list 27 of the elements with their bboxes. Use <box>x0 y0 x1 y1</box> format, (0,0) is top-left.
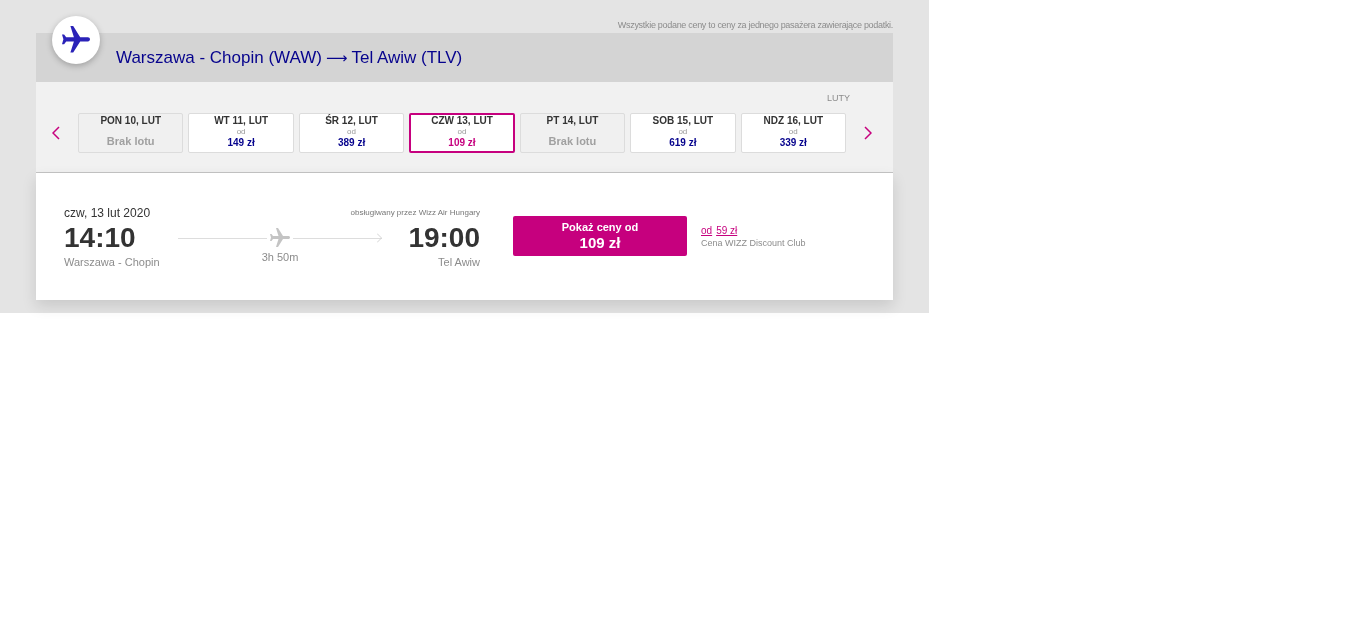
chevron-right-icon <box>864 126 872 140</box>
route-arrow: ⟶ <box>325 47 348 68</box>
discount-prefix-link[interactable]: od <box>701 224 713 237</box>
plane-icon <box>270 228 290 248</box>
flight-date: czw, 13 lut 2020 <box>64 205 151 221</box>
date-tab[interactable]: CZW 13, LUT od 109 zł <box>409 113 515 153</box>
arrival-airport: Tel Awiw <box>438 255 480 269</box>
price-note: Wszystkie podane ceny to ceny za jednego pasażera zawierające podatki. <box>617 18 893 31</box>
route-origin: Warszawa - Chopin (WAW) <box>116 46 322 69</box>
chevron-left-icon <box>52 126 60 140</box>
departure-time: 14:10 <box>64 223 136 253</box>
operator-note: obsługiwany przez Wizz Air Hungary <box>350 208 480 218</box>
arrival-time: 19:00 <box>408 223 480 253</box>
discount-club-label: Cena WIZZ Discount Club <box>701 237 806 249</box>
month-label: LUTY <box>827 92 850 104</box>
discount-price-link[interactable]: 59 zł <box>716 224 738 237</box>
plane-icon <box>52 16 100 64</box>
departure-airport: Warszawa - Chopin <box>64 255 160 269</box>
route-destination: Tel Awiw (TLV) <box>351 46 463 69</box>
date-tab[interactable]: WT 11, LUT od 149 zł <box>188 113 294 153</box>
date-tab[interactable]: PT 14, LUT Brak lotu <box>519 113 626 153</box>
date-tab[interactable]: SOB 15, LUT od 619 zł <box>630 113 736 153</box>
show-prices-button[interactable]: Pokaż ceny od 109 zł <box>513 216 687 256</box>
flight-duration: 3h 50m <box>261 250 299 264</box>
date-tab[interactable]: NDZ 16, LUT od 339 zł <box>740 113 846 153</box>
date-tab[interactable]: PON 10, LUT Brak lotu <box>78 113 184 153</box>
date-tab[interactable]: ŚR 12, LUT od 389 zł <box>298 113 405 153</box>
